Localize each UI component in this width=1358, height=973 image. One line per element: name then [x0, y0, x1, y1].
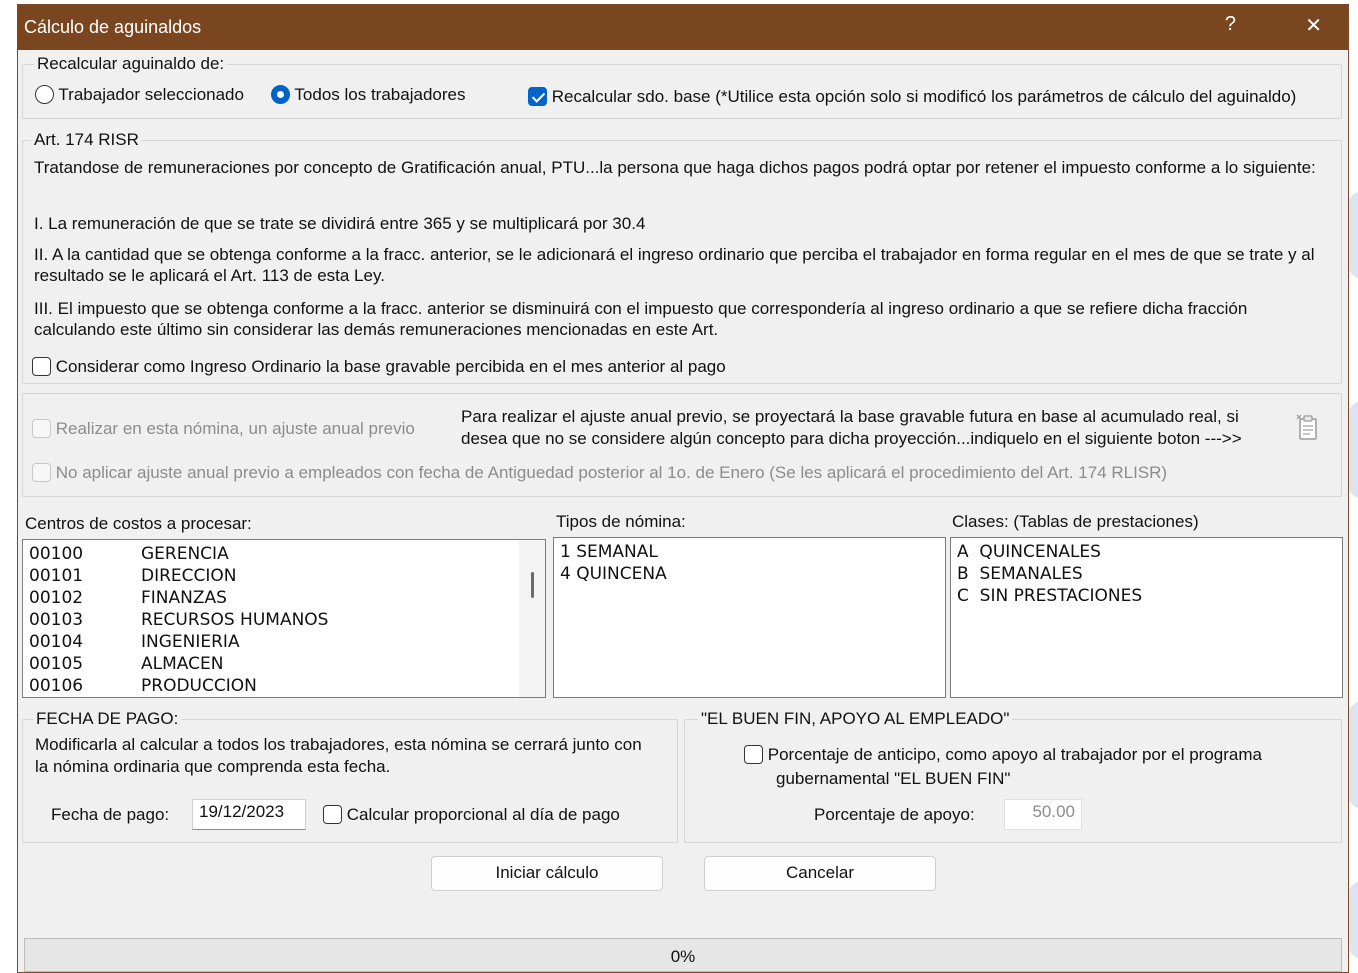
centro-code: 00104	[29, 632, 84, 652]
centro-costo-row[interactable]: 00100 GERENCIA	[23, 543, 545, 565]
centro-name: FINANZAS	[141, 588, 227, 608]
help-button[interactable]: ?	[1225, 13, 1236, 36]
checkbox-label: Recalcular sdo. base (*Utilice esta opci…	[551, 87, 1297, 106]
clase-row[interactable]: C SIN PRESTACIONES	[951, 585, 1342, 607]
clase-row[interactable]: B SEMANALES	[951, 563, 1342, 585]
title-bar: Cálculo de aguinaldos ? ✕	[18, 5, 1348, 50]
iniciar-calculo-button[interactable]: Iniciar cálculo	[431, 856, 663, 891]
centro-costo-row[interactable]: 00101 DIRECCION	[23, 565, 545, 587]
scrollbar-thumb[interactable]	[531, 572, 534, 598]
clipboard-icon[interactable]	[1296, 413, 1320, 441]
checkbox	[528, 87, 547, 106]
checkbox	[32, 419, 51, 438]
buen-fin-checkbox[interactable]: Porcentaje de anticipo, como apoyo al tr…	[744, 745, 1262, 765]
centro-costo-row[interactable]: 00103 RECURSOS HUMANOS	[23, 609, 545, 631]
centro-costo-row[interactable]: 00106 PRODUCCION	[23, 675, 545, 697]
radio-label: Trabajador seleccionado	[58, 85, 244, 104]
art174-intro: Tratandose de remuneraciones por concept…	[34, 158, 1316, 177]
progress-bar: 0%	[24, 938, 1342, 972]
centro-code: 00105	[29, 654, 84, 674]
clases-label: Clases: (Tablas de prestaciones)	[952, 512, 1199, 531]
fecha-pago-input[interactable]: 19/12/2023	[192, 799, 306, 830]
ajuste-info-line1: Para realizar el ajuste anual previo, se…	[461, 407, 1239, 426]
checkbox-label: Calcular proporcional al día de pago	[346, 805, 620, 824]
centro-name: DIRECCION	[141, 566, 237, 586]
art174-point3: III. El impuesto que se obtenga conforme…	[34, 299, 1248, 339]
radio-button	[271, 85, 290, 104]
centro-costo-row[interactable]: 00102 FINANZAS	[23, 587, 545, 609]
checkbox-label: Considerar como Ingreso Ordinario la bas…	[55, 357, 726, 376]
checkbox-label: No aplicar ajuste anual previo a emplead…	[55, 463, 1168, 482]
centro-code: 00106	[29, 676, 84, 696]
tipo-nomina-row[interactable]: 4 QUINCENA	[554, 563, 945, 585]
centro-code: 00101	[29, 566, 84, 586]
centro-costo-row[interactable]: 00104 INGENIERIA	[23, 631, 545, 653]
radio-todos-trabajadores[interactable]: Todos los trabajadores	[271, 85, 465, 105]
checkbox	[744, 745, 763, 764]
centros-label: Centros de costos a procesar:	[25, 514, 252, 533]
ingreso-ordinario-checkbox[interactable]: Considerar como Ingreso Ordinario la bas…	[32, 357, 726, 377]
tipo-nomina-row[interactable]: 1 SEMANAL	[554, 541, 945, 563]
clases-listbox[interactable]: A QUINCENALES B SEMANALES C SIN PRESTACION…	[950, 537, 1343, 698]
fecha-pago-label: Fecha de pago:	[51, 805, 170, 824]
ajuste-info-line2: desea que no se considere algún concepto…	[461, 429, 1242, 448]
porcentaje-apoyo-label: Porcentaje de apoyo:	[814, 805, 975, 824]
clase-row[interactable]: A QUINCENALES	[951, 541, 1342, 563]
buen-fin-check-line2: gubernamental "EL BUEN FIN"	[776, 769, 1011, 788]
art174-point2: II. A la cantidad que se obtenga conform…	[34, 245, 1315, 285]
centro-code: 00103	[29, 610, 84, 630]
proporcional-checkbox[interactable]: Calcular proporcional al día de pago	[323, 805, 620, 825]
recalc-base-checkbox[interactable]: Recalcular sdo. base (*Utilice esta opci…	[528, 87, 1296, 107]
tipos-label: Tipos de nómina:	[556, 512, 686, 531]
porcentaje-apoyo-input[interactable]: 50.00	[1004, 799, 1082, 830]
checkbox	[32, 357, 51, 376]
art174-legend: Art. 174 RISR	[31, 130, 142, 150]
tipos-listbox[interactable]: 1 SEMANAL 4 QUINCENA	[553, 537, 946, 698]
ajuste-previo-checkbox[interactable]: Realizar en esta nómina, un ajuste anual…	[32, 419, 415, 439]
radio-label: Todos los trabajadores	[294, 85, 466, 104]
checkbox-label: Porcentaje de anticipo, como apoyo al tr…	[767, 745, 1262, 764]
cancelar-button[interactable]: Cancelar	[704, 856, 936, 891]
scrollbar[interactable]	[519, 540, 545, 697]
centro-name: ALMACEN	[141, 654, 224, 674]
centro-name: INGENIERIA	[141, 632, 240, 652]
recalc-legend: Recalcular aguinaldo de:	[34, 54, 228, 74]
no-aplicar-ajuste-checkbox[interactable]: No aplicar ajuste anual previo a emplead…	[32, 463, 1167, 483]
checkbox-label: Realizar en esta nómina, un ajuste anual…	[55, 419, 415, 438]
buen-fin-legend: "EL BUEN FIN, APOYO AL EMPLEADO"	[698, 709, 1013, 729]
close-button[interactable]: ✕	[1305, 13, 1322, 38]
aguinaldo-dialog: Cálculo de aguinaldos ? ✕ Recalcular agu…	[17, 4, 1349, 973]
art174-point1: I. La remuneración de que se trate se di…	[34, 214, 646, 233]
checkbox	[323, 805, 342, 824]
centro-name: PRODUCCION	[141, 676, 257, 696]
centro-name: GERENCIA	[141, 544, 229, 564]
centro-name: RECURSOS HUMANOS	[141, 610, 329, 630]
window-title: Cálculo de aguinaldos	[24, 17, 202, 37]
radio-trabajador-seleccionado[interactable]: Trabajador seleccionado	[35, 85, 244, 105]
checkbox	[32, 463, 51, 482]
fecha-desc-line2: la nómina ordinaria que comprenda esta f…	[35, 757, 391, 776]
centro-code: 00100	[29, 544, 84, 564]
fecha-pago-legend: FECHA DE PAGO:	[33, 709, 182, 729]
centros-listbox[interactable]: 00100 GERENCIA 00101 DIRECCION 00102 FINANZAS…	[22, 539, 546, 698]
centro-code: 00102	[29, 588, 84, 608]
centro-costo-row[interactable]: 00105 ALMACEN	[23, 653, 545, 675]
progress-text: 0%	[670, 947, 696, 966]
radio-button	[35, 85, 54, 104]
fecha-desc-line1: Modificarla al calcular a todos los trab…	[35, 735, 642, 754]
